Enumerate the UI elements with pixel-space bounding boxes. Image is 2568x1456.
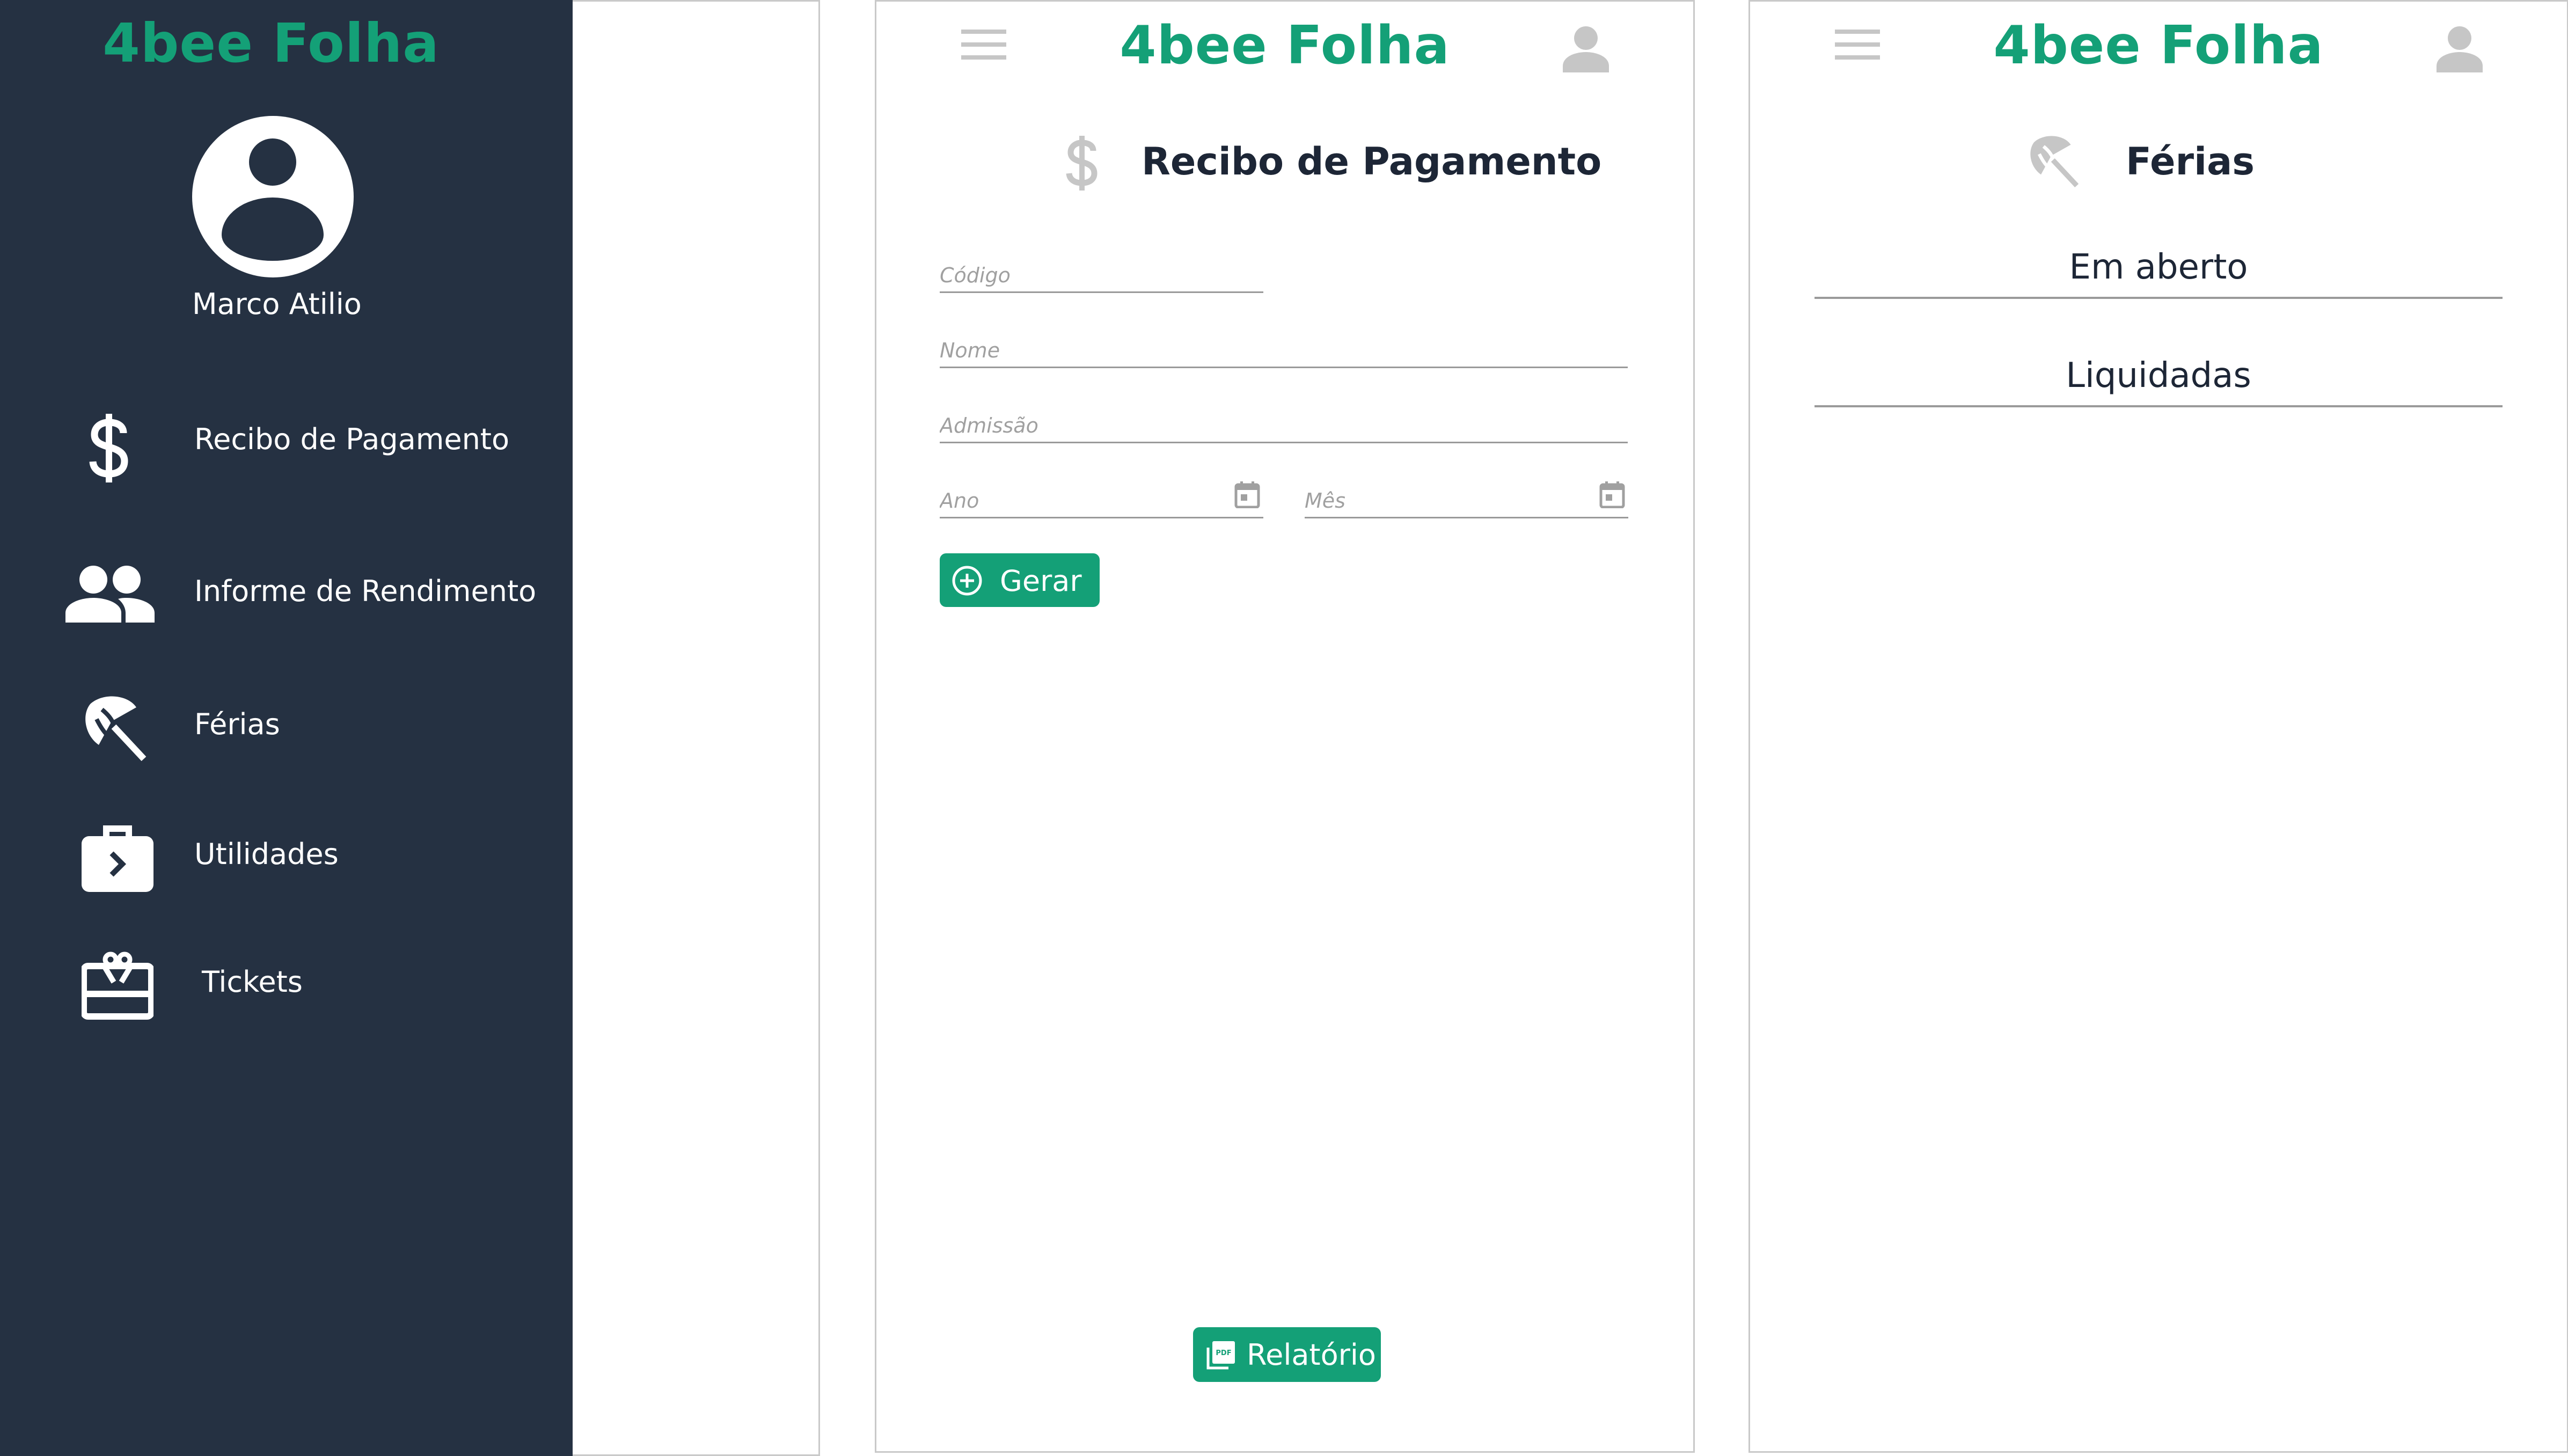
drawer-item-ferias[interactable]: Férias <box>0 687 573 762</box>
dollar-icon <box>89 414 128 482</box>
drawer-item-tickets[interactable]: Tickets <box>0 945 573 1020</box>
profile-icon[interactable] <box>2435 25 2484 72</box>
drawer-item-label: Tickets <box>202 965 303 999</box>
nome-field[interactable] <box>940 324 1628 368</box>
beach-umbrella-icon <box>2030 136 2079 187</box>
relatorio-button-label: Relatório <box>1247 1338 1376 1372</box>
ano-input[interactable] <box>940 489 1263 513</box>
relatorio-button[interactable]: PDF Relatório <box>1193 1327 1381 1382</box>
calendar-icon[interactable] <box>1599 480 1625 508</box>
ticket-icon <box>82 952 153 1020</box>
mes-field[interactable] <box>1305 474 1628 518</box>
calendar-icon[interactable] <box>1234 480 1260 508</box>
ferias-screen: 4bee Folha Férias Em aberto Liquidadas <box>1748 0 2568 1453</box>
svg-text:PDF: PDF <box>1216 1349 1231 1357</box>
drawer-item-recibo[interactable]: Recibo de Pagamento <box>0 405 573 491</box>
mes-input[interactable] <box>1305 489 1628 513</box>
user-name: Marco Atilio <box>192 287 362 321</box>
gerar-button[interactable]: Gerar <box>940 553 1100 607</box>
drawer-item-label: Informe de Rendimento <box>194 574 537 608</box>
ano-field[interactable] <box>940 474 1263 518</box>
drawer-item-label: Recibo de Pagamento <box>194 422 510 456</box>
page-title: Recibo de Pagamento <box>1142 140 1602 184</box>
gerar-button-label: Gerar <box>1000 564 1082 598</box>
drawer-screen: 4bee Folha Marco Atilio Recibo de Pagame… <box>0 0 820 1456</box>
add-circle-icon <box>952 566 982 596</box>
briefcase-arrow-icon <box>82 825 153 892</box>
codigo-field[interactable] <box>940 248 1263 293</box>
codigo-input[interactable] <box>940 264 1263 287</box>
drawer-item-informe[interactable]: Informe de Rendimento <box>0 558 573 628</box>
admissao-field[interactable] <box>940 399 1628 443</box>
drawer-app-title: 4bee Folha <box>103 12 440 75</box>
nome-input[interactable] <box>940 339 1628 362</box>
pdf-file-icon: PDF <box>1206 1341 1235 1370</box>
beach-umbrella-icon <box>85 696 147 761</box>
drawer-item-utilidades[interactable]: Utilidades <box>0 816 573 892</box>
drawer-item-label: Férias <box>194 707 280 741</box>
page-title: Férias <box>2126 140 2255 184</box>
dollar-icon <box>1066 136 1098 191</box>
profile-icon[interactable] <box>1562 25 1610 72</box>
ferias-option-liquidadas[interactable]: Liquidadas <box>1815 346 2503 407</box>
recibo-screen: 4bee Folha Recibo de Pagamento Código No… <box>875 0 1695 1453</box>
ferias-option-em-aberto[interactable]: Em aberto <box>1815 238 2503 299</box>
drawer-item-label: Utilidades <box>194 837 339 871</box>
user-avatar-icon <box>192 116 354 277</box>
navigation-drawer: 4bee Folha Marco Atilio Recibo de Pagame… <box>0 0 573 1456</box>
people-icon <box>65 566 155 623</box>
admissao-input[interactable] <box>940 414 1628 437</box>
